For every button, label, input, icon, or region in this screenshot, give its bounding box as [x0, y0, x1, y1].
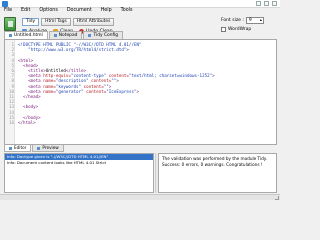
config-icon	[88, 34, 92, 37]
code-token: </html>	[18, 120, 36, 125]
wordwrap-checkbox[interactable]	[221, 27, 226, 32]
preview-icon	[37, 146, 41, 150]
tab-untitled-label: Untitled.html	[14, 33, 43, 38]
tab-editor-label: Editor	[14, 145, 27, 150]
tidy-button[interactable]: Tidy	[22, 18, 40, 26]
html-file-icon	[9, 34, 12, 37]
html-attributes-button[interactable]: Html Attributes	[72, 18, 115, 26]
tab-tidy-config-label: Tidy Config	[93, 33, 119, 38]
mode-buttons: Tidy Html Tags Html Attributes	[22, 18, 115, 26]
validation-result: Success: 0 errors, 0 warnings. Congratul…	[162, 162, 263, 167]
code-line[interactable]: 16 </html>	[5, 120, 275, 125]
resize-grip[interactable]	[275, 196, 279, 200]
html-tags-button[interactable]: Html Tags	[41, 18, 71, 26]
maximize-button[interactable]	[264, 1, 269, 6]
tab-preview-label: Preview	[42, 145, 59, 150]
tab-notepad[interactable]: Notepad	[48, 31, 83, 39]
editor-icon	[9, 146, 12, 150]
notepad-icon	[53, 34, 57, 37]
wordwrap-label: WordWrap	[228, 27, 252, 32]
font-size-control: Font size : 9	[221, 17, 264, 24]
status-bar	[0, 194, 280, 200]
tab-editor[interactable]: Editor	[4, 145, 32, 152]
code-text: </html>	[18, 120, 36, 125]
minimize-button[interactable]	[256, 1, 261, 6]
list-item[interactable]: Info: Document content looks like HTML 4…	[5, 160, 153, 166]
font-size-spinner[interactable]: 9	[245, 17, 264, 24]
font-size-label: Font size :	[221, 18, 244, 23]
tab-tidy-config[interactable]: Tidy Config	[83, 31, 124, 39]
window-controls	[256, 1, 277, 6]
app-icon	[2, 0, 8, 7]
code-editor[interactable]: 1 <!DOCTYPE HTML PUBLIC "-//W3C//DTD HTML…	[4, 39, 277, 145]
document-tabs: Untitled.html Notepad Tidy Config	[4, 31, 124, 39]
tab-untitled[interactable]: Untitled.html	[4, 31, 48, 39]
tab-notepad-label: Notepad	[58, 33, 78, 38]
validation-info-pane: The validation was performed by the modu…	[158, 153, 277, 193]
view-tabs: Editor Preview	[4, 145, 64, 152]
document-icon	[4, 17, 16, 31]
close-button[interactable]	[272, 1, 277, 6]
title-bar	[0, 0, 280, 8]
wordwrap-option[interactable]: WordWrap	[221, 27, 251, 32]
messages-list[interactable]: Info: Doctype given is "-//W3C//DTD HTML…	[4, 153, 154, 193]
tab-preview[interactable]: Preview	[32, 145, 64, 152]
line-number: 16	[8, 120, 14, 125]
